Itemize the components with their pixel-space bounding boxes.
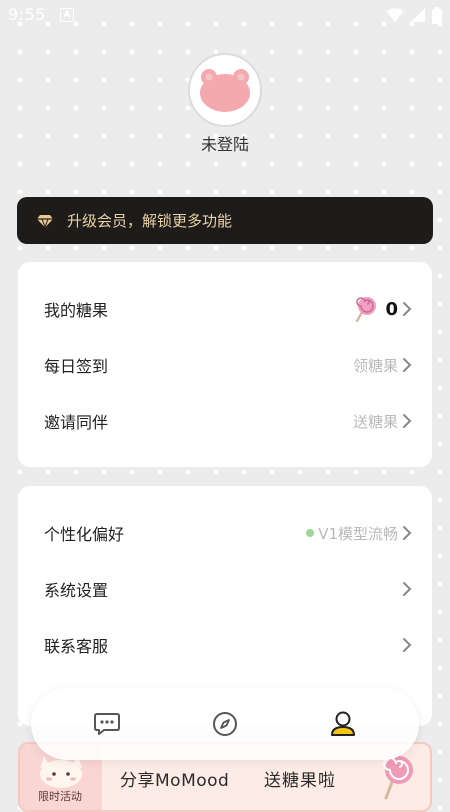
menu-item-label: 邀请同伴 xyxy=(44,413,109,432)
menu-item-customer-service[interactable]: 联系客服 xyxy=(18,625,432,665)
promo-tag: 限时活动 xyxy=(38,790,82,803)
vip-banner[interactable]: 升级会员，解锁更多功能 xyxy=(17,197,433,244)
chevron-right-icon xyxy=(403,414,412,428)
menu-item-value: 领糖果 xyxy=(352,356,398,375)
status-bar: 9:55 A xyxy=(0,0,450,32)
status-time: 9:55 xyxy=(8,5,46,24)
login-status[interactable]: 未登陆 xyxy=(0,131,450,155)
menu-item-value-group: V1模型流畅 xyxy=(306,523,398,544)
promo-share-text: 分享MoMood xyxy=(120,771,230,791)
menu-item-invite[interactable]: 邀请同伴 送糖果 xyxy=(18,401,432,441)
lollipop-icon xyxy=(383,756,413,800)
candy-count: 0 xyxy=(385,298,398,320)
nav-profile[interactable] xyxy=(325,706,361,742)
menu-item-label: 每日签到 xyxy=(44,357,109,376)
menu-item-value: 送糖果 xyxy=(352,412,398,431)
chevron-right-icon xyxy=(403,582,412,596)
menu-card-candy: 我的糖果 0 每日签到 领糖果 邀请同伴 送糖果 xyxy=(18,262,432,467)
chevron-right-icon xyxy=(403,302,412,316)
chevron-right-icon xyxy=(403,638,412,652)
status-icons xyxy=(386,6,442,24)
lollipop-icon xyxy=(356,297,377,322)
menu-item-preferences[interactable]: 个性化偏好 V1模型流畅 xyxy=(18,513,432,553)
chevron-right-icon xyxy=(403,358,412,372)
bottom-nav xyxy=(31,688,419,760)
menu-item-label: 个性化偏好 xyxy=(44,525,125,544)
avatar[interactable] xyxy=(188,53,262,127)
user-icon xyxy=(331,711,355,736)
nav-chat[interactable] xyxy=(89,706,125,742)
menu-item-system-settings[interactable]: 系统设置 xyxy=(18,569,432,609)
menu-item-value-group: 领糖果 xyxy=(353,355,398,376)
a-icon: A xyxy=(60,8,74,22)
menu-item-label: 我的糖果 xyxy=(44,301,109,320)
bear-icon xyxy=(200,69,250,112)
vip-banner-text: 升级会员，解锁更多功能 xyxy=(67,212,233,230)
wifi-icon xyxy=(386,8,404,22)
menu-item-label: 系统设置 xyxy=(44,581,109,600)
menu-item-value-group: 送糖果 xyxy=(353,411,398,432)
menu-item-daily-checkin[interactable]: 每日签到 领糖果 xyxy=(18,345,432,385)
menu-item-label: 联系客服 xyxy=(44,637,109,656)
compass-icon xyxy=(213,712,237,736)
nav-discover[interactable] xyxy=(207,706,243,742)
signal-icon xyxy=(411,8,425,22)
status-dot xyxy=(306,529,315,537)
diamond-icon xyxy=(37,214,53,228)
chevron-right-icon xyxy=(403,526,412,540)
chat-icon xyxy=(94,713,120,735)
battery-icon xyxy=(432,6,442,24)
promo-send-text: 送糖果啦 xyxy=(264,771,336,791)
menu-item-value-group: 0 xyxy=(355,296,398,322)
menu-item-my-candy[interactable]: 我的糖果 0 xyxy=(18,289,432,329)
menu-item-value: V1模型流畅 xyxy=(318,524,398,543)
